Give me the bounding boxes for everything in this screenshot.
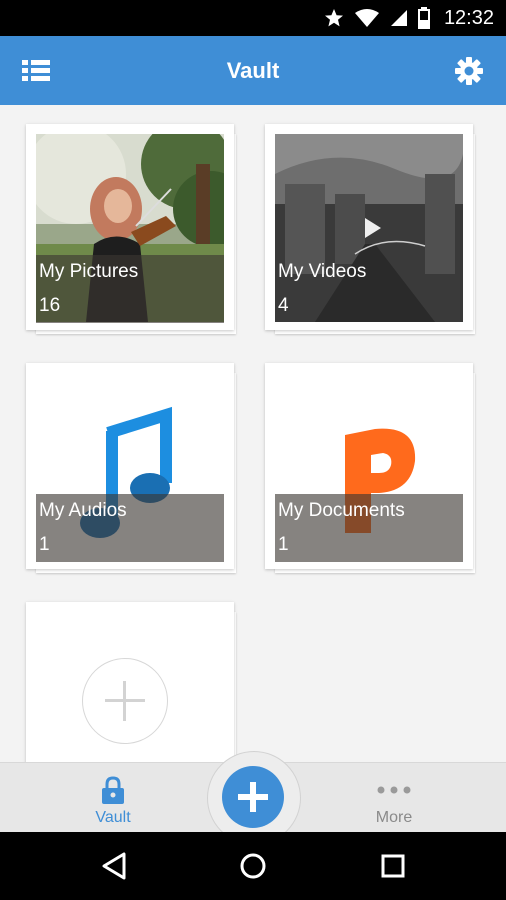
battery-icon xyxy=(417,7,430,29)
folder-tile-pictures[interactable]: My Pictures 16 xyxy=(26,124,236,334)
home-circle-icon[interactable] xyxy=(239,852,267,880)
tile-card: My Documents 1 xyxy=(265,363,473,569)
folder-count: 4 xyxy=(278,295,289,316)
tile-card: My Pictures 16 xyxy=(26,124,234,330)
tab-label: More xyxy=(375,809,413,826)
folder-count: 1 xyxy=(278,534,289,555)
wifi-icon xyxy=(354,9,379,27)
back-triangle-icon[interactable] xyxy=(101,852,127,880)
plus-icon xyxy=(238,782,268,812)
folder-count: 1 xyxy=(39,534,50,555)
folder-tile-documents[interactable]: My Documents 1 xyxy=(265,363,475,573)
folder-name: My Documents xyxy=(278,500,405,521)
folder-grid: My Pictures 16 My Videos 4 My Audios 1 M… xyxy=(0,105,506,762)
folder-name: My Audios xyxy=(39,500,127,521)
gear-icon xyxy=(455,57,483,85)
folder-label-band: My Documents 1 xyxy=(275,494,463,562)
folder-label-band: My Audios 1 xyxy=(36,494,224,562)
folder-count: 16 xyxy=(39,295,61,316)
page-title: Vault xyxy=(226,58,280,83)
tab-label: Vault xyxy=(95,809,131,826)
folder-name: My Pictures xyxy=(39,261,139,282)
tab-vault[interactable]: Vault xyxy=(53,763,173,833)
folder-tile-audios[interactable]: My Audios 1 xyxy=(26,363,236,573)
status-icons: 12:32 xyxy=(324,0,494,36)
more-dots-icon xyxy=(377,786,411,794)
app-bar: Vault xyxy=(0,36,506,105)
cellular-signal-icon xyxy=(390,10,407,26)
add-fab-button[interactable] xyxy=(222,766,284,828)
list-menu-button[interactable] xyxy=(22,58,50,84)
recents-square-icon[interactable] xyxy=(381,854,405,878)
folder-label-band: My Videos 4 xyxy=(275,255,463,323)
list-menu-icon xyxy=(22,60,50,81)
plus-circle-icon xyxy=(82,658,168,744)
add-folder-tile[interactable] xyxy=(26,602,236,762)
tab-more[interactable]: More xyxy=(334,763,454,833)
status-bar: 12:32 xyxy=(0,0,506,36)
tile-card xyxy=(26,602,234,762)
tile-card: My Videos 4 xyxy=(265,124,473,330)
folder-name: My Videos xyxy=(278,261,367,282)
settings-button[interactable] xyxy=(454,56,484,86)
star-icon xyxy=(324,9,343,27)
folder-label-band: My Pictures 16 xyxy=(36,255,224,323)
folder-tile-videos[interactable]: My Videos 4 xyxy=(265,124,475,334)
status-time: 12:32 xyxy=(443,6,494,29)
system-nav-bar xyxy=(0,832,506,900)
lock-icon xyxy=(102,776,124,804)
tile-card: My Audios 1 xyxy=(26,363,234,569)
